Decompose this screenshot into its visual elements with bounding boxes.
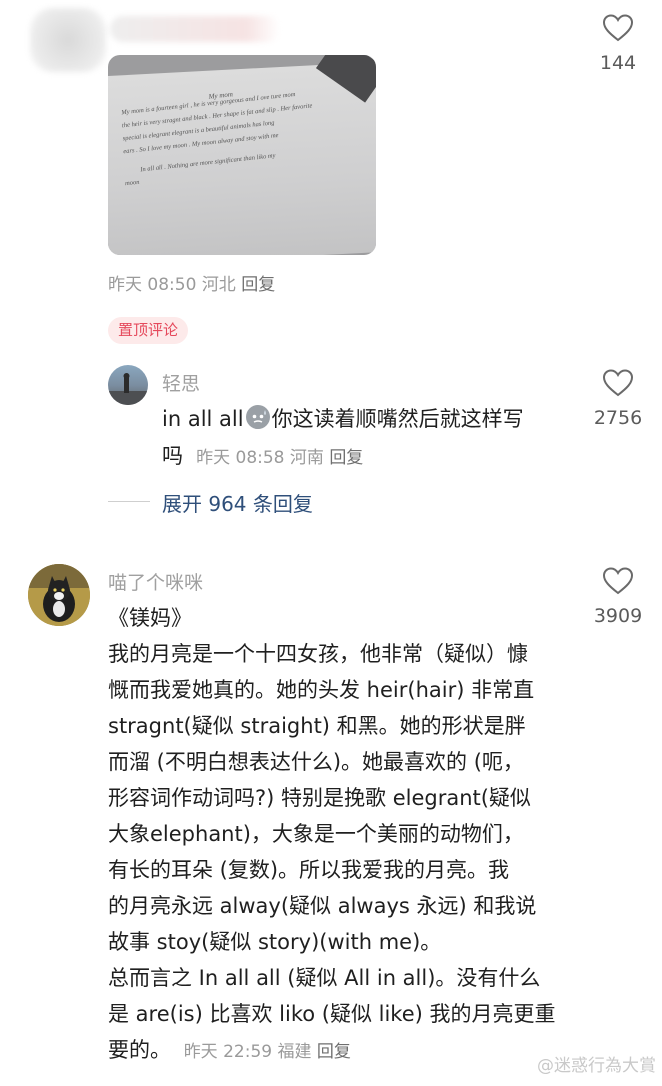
comment-last-line: 要的。 昨天 22:59 福建 回复 [108,1032,578,1070]
paper-sheet: My mom My mom is a fourteen girl , he is… [108,61,376,255]
comment-location: 河北 [201,275,236,295]
handwriting-photo[interactable]: My mom My mom is a fourteen girl , he is… [108,55,376,255]
comment-text-prefix: in all all [162,407,244,431]
comment-last-line: 吗 昨天 08:58 河南 回复 [162,438,363,474]
like-heart-icon[interactable] [603,14,633,42]
comment-location: 福建 [277,1042,312,1062]
blurred-avatar [30,8,106,72]
handwriting-line: In all all . Nothing are more significan… [139,152,276,174]
comment-line: 慨而我爱她真的。她的头发 heir(hair) 非常直 [108,678,535,702]
comment-line: 故事 stoy(疑似 story)(with me)。 [108,930,442,954]
comment-meta: 昨天 22:59 福建 回复 [184,1042,351,1062]
comment-line: 《镁妈》 [108,606,192,630]
weibo-watermark: @迷惑行為大賞 [537,1056,656,1076]
divider [108,501,150,502]
expand-replies-button[interactable]: 展开 964 条回复 [162,488,313,517]
comment-meta: 昨天 08:50 河北 回复 [108,270,275,295]
comment-line: 总而言之 In all all (疑似 All in all)。没有什么 [108,966,541,990]
sweat-emoji-icon [245,405,270,429]
reply-button[interactable]: 回复 [317,1042,351,1062]
comment-line: 要的。 [108,1038,171,1062]
avatar[interactable] [108,365,148,405]
like-count: 144 [599,52,637,74]
comment-line: 而溜 (不明白想表达什么)。她最喜欢的 (呃， [108,750,524,774]
comment-location: 河南 [289,448,324,468]
comment-line: 是 are(is) 比喜欢 liko (疑似 like) 我的月亮更重 [108,1002,556,1026]
comment-text[interactable]: 《镁妈》 我的月亮是一个十四女孩，他非常（疑似）慷 慨而我爱她真的。她的头发 h… [108,600,578,1070]
comment-text-end: 吗 [162,444,183,468]
avatar[interactable] [28,564,90,626]
comment-text-suffix: 你这读着顺嘴然后就这样写 [271,407,524,431]
like-count: 2756 [593,407,643,429]
pinned-comment-badge: 置顶评论 [108,317,189,344]
comment-time: 昨天 22:59 [183,1042,273,1062]
like-count: 3909 [593,605,643,627]
username[interactable]: 轻思 [162,369,200,396]
comment-time: 昨天 08:58 [196,448,285,468]
comment-text[interactable]: in all all 你这读着顺嘴然后就这样写 [162,401,524,437]
username[interactable]: 喵了个咪咪 [108,568,203,595]
comment-line: 大象elephant)，大象是一个美丽的动物们， [108,822,524,846]
comment-line: 我的月亮是一个十四女孩，他非常（疑似）慷 [108,642,528,666]
handwriting-line: moon [124,178,140,188]
blurred-username [110,16,280,42]
reply-button[interactable]: 回复 [241,275,275,295]
comment-time: 昨天 08:50 [108,275,197,295]
comment-line: 的月亮永远 alway(疑似 always 永远) 和我说 [108,894,537,918]
like-heart-icon[interactable] [603,567,633,595]
comment-line: 有长的耳朵 (复数)。所以我爱我的月亮。我 [108,858,510,882]
like-heart-icon[interactable] [603,369,633,397]
comment-line: 形容词作动词吗?) 特别是挽歌 elegrant(疑似 [108,786,531,810]
comment-line: stragnt(疑似 straight) 和黑。她的形状是胖 [108,714,526,738]
reply-button[interactable]: 回复 [329,448,363,468]
comment-meta: 昨天 08:58 河南 回复 [196,448,363,468]
